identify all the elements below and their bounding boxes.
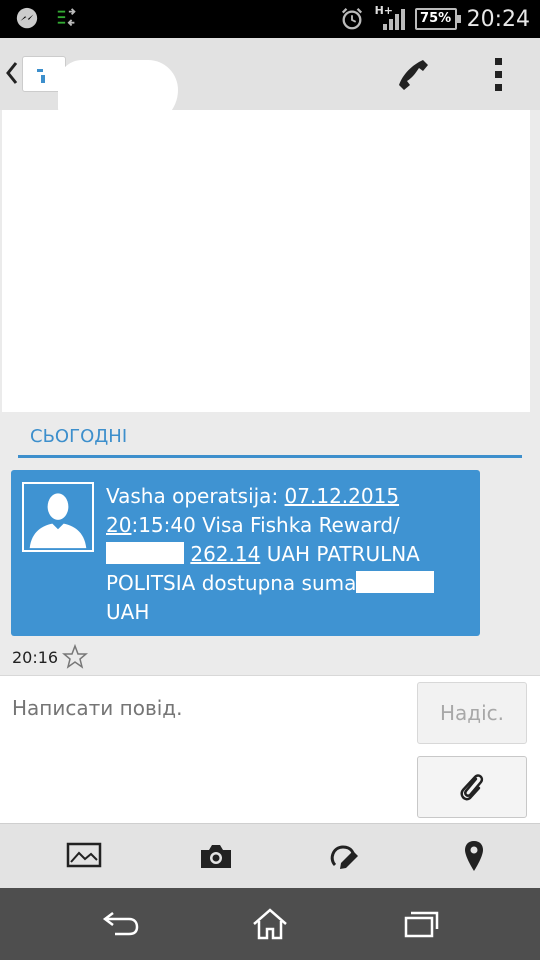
nav-recents-button[interactable] [396, 904, 446, 944]
action-bar [0, 38, 540, 126]
status-bar: H+ 75% 20:24 [0, 0, 540, 38]
redacted-region [2, 110, 530, 412]
send-button[interactable]: Надіс. [417, 682, 527, 744]
signal-icon: H+ [375, 4, 405, 32]
status-clock: 20:24 [466, 6, 530, 32]
date-link[interactable]: 07.12.2015 [285, 484, 400, 508]
picture-button[interactable] [62, 836, 106, 876]
home-icon [253, 908, 287, 940]
location-icon [465, 841, 483, 871]
date-header: СЬОГОДНІ [18, 422, 522, 458]
time-link[interactable]: 20 [106, 513, 131, 537]
message-part: Vasha operatsija: [106, 484, 285, 508]
location-button[interactable] [452, 836, 496, 876]
date-header-label: СЬОГОДНІ [30, 426, 128, 447]
amount-link[interactable]: 262.14 [190, 542, 260, 566]
message-text: Vasha operatsija: 07.12.2015 20:15:40 Vi… [106, 482, 476, 627]
alarm-icon [341, 8, 362, 30]
back-chevron-icon[interactable] [4, 60, 20, 86]
messenger-icon [16, 7, 38, 29]
nav-back-button[interactable] [96, 904, 146, 944]
overflow-menu-icon[interactable] [478, 52, 518, 96]
battery-icon: 75% [414, 8, 461, 30]
message-input[interactable] [12, 688, 402, 728]
message-part: UAH [106, 600, 150, 624]
phone-icon [399, 60, 428, 90]
nav-home-button[interactable] [245, 904, 295, 944]
person-silhouette-icon [29, 493, 87, 549]
message-bubble[interactable]: Vasha operatsija: 07.12.2015 20:15:40 Vi… [11, 470, 480, 636]
conversation-area[interactable]: СЬОГОДНІ Vasha operatsija: 07.12.2015 20… [0, 110, 540, 675]
camera-icon [201, 845, 231, 868]
camera-button[interactable] [194, 836, 238, 876]
call-button[interactable] [388, 52, 438, 96]
redacted-balance [356, 571, 435, 593]
paperclip-icon [460, 774, 484, 801]
sketch-icon [330, 845, 358, 869]
message-part: :15:40 Visa Fishka Reward/ [131, 513, 400, 537]
data-sync-icon [57, 8, 76, 27]
sender-avatar [22, 482, 94, 552]
sketch-button[interactable] [322, 836, 366, 876]
message-time: 20:16 [12, 648, 59, 667]
composer: Надіс. [0, 675, 540, 823]
attach-button[interactable] [417, 756, 527, 818]
attachment-toolbar [0, 823, 540, 888]
back-icon [102, 912, 139, 936]
star-icon[interactable] [62, 644, 88, 670]
redacted-card [106, 542, 184, 564]
picture-icon [66, 842, 102, 868]
recents-icon [404, 911, 439, 938]
battery-level: 75% [420, 11, 452, 26]
navigation-bar [0, 888, 540, 960]
